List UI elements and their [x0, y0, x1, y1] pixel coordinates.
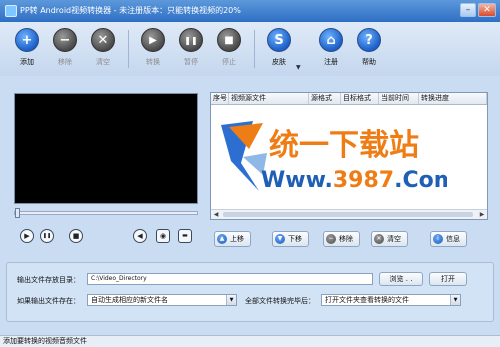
output-dir-label: 输出文件存放目录： — [17, 276, 80, 284]
move-up-button[interactable]: ▲ 上移 — [214, 231, 251, 247]
if-exists-label: 如果输出文件存在： — [17, 297, 80, 305]
convert-button[interactable]: ▶ 转换 — [136, 28, 170, 67]
file-list-header: 序号 视频源文件 源格式 目标格式 当前时间 转换进度 — [211, 93, 487, 105]
add-button-label: 添加 — [20, 58, 34, 66]
window-title: PP转 Android视频转换器 - 未注册版本：只能转换视频的20% — [20, 6, 241, 15]
skin-button-label: 皮肤 — [272, 58, 286, 66]
pause-button-label: 暂停 — [184, 58, 198, 66]
after-convert-select[interactable]: 打开文件夹查看转换的文件 ▼ — [321, 294, 461, 306]
output-dir-field[interactable]: C:\Video_Directory — [87, 273, 373, 285]
plus-icon: + — [15, 28, 39, 52]
clear-button[interactable]: ✕ 清空 — [86, 28, 120, 67]
stop-icon[interactable]: ■ — [69, 229, 83, 243]
window-controls: – ✕ — [460, 3, 496, 17]
list-remove-label: 移除 — [339, 235, 353, 243]
after-convert-value: 打开文件夹查看转换的文件 — [325, 296, 409, 304]
after-convert-label: 全部文件转换完毕后： — [245, 297, 315, 305]
register-button-label: 注册 — [324, 58, 338, 66]
minus-icon: − — [53, 28, 77, 52]
skin-s-icon: S — [267, 28, 291, 52]
if-exists-select[interactable]: 自动生成相应的新文件名 ▼ — [87, 294, 237, 306]
watermark-url-prefix: Www. — [261, 168, 333, 193]
seek-handle[interactable] — [15, 208, 20, 218]
app-icon — [5, 5, 17, 17]
file-list[interactable]: 序号 视频源文件 源格式 目标格式 当前时间 转换进度 统一下载站 Www.39… — [210, 92, 488, 220]
scrollbar-thumb[interactable] — [223, 212, 473, 217]
status-text: 添加要转换的视频音频文件 — [3, 337, 87, 345]
toolbar-divider — [128, 30, 129, 68]
remove-button[interactable]: − 移除 — [48, 28, 82, 67]
skin-button[interactable]: S 皮肤 — [262, 28, 296, 67]
svg-text:Www.3987.Com: Www.3987.Com — [261, 168, 447, 193]
info-label: 信息 — [446, 235, 460, 243]
stop-icon: ■ — [217, 28, 241, 52]
status-bar: 添加要转换的视频音频文件 — [0, 335, 500, 347]
home-icon: ⌂ — [319, 28, 343, 52]
move-down-label: 下移 — [288, 235, 302, 243]
browse-button[interactable]: 浏览 . . — [379, 272, 423, 286]
play-icon[interactable]: ▶ — [20, 229, 34, 243]
list-remove-button[interactable]: − 移除 — [323, 231, 360, 247]
horizontal-scrollbar[interactable]: ◀ ▶ — [211, 209, 487, 219]
open-button[interactable]: 打开 — [429, 272, 467, 286]
down-arrow-icon: ▼ — [275, 234, 285, 244]
watermark-url-number: 3987 — [333, 168, 394, 193]
move-up-label: 上移 — [230, 235, 244, 243]
watermark-logo: 统一下载站 Www.3987.Com — [219, 117, 457, 197]
play-icon: ▶ — [141, 28, 165, 52]
chevron-down-icon: ▼ — [450, 295, 460, 305]
add-button[interactable]: + 添加 — [10, 28, 44, 67]
close-button[interactable]: ✕ — [478, 3, 496, 17]
register-button[interactable]: ⌂ 注册 — [314, 28, 348, 67]
scroll-left-icon[interactable]: ◀ — [211, 210, 221, 219]
output-settings: 输出文件存放目录： C:\Video_Directory 浏览 . . 打开 如… — [6, 262, 494, 322]
column-header[interactable]: 转换进度 — [419, 93, 487, 104]
seek-bar[interactable] — [14, 211, 198, 215]
skin-dropdown-icon[interactable]: ▼ — [296, 64, 301, 71]
pause-icon[interactable]: ❚❚ — [40, 229, 54, 243]
remove-button-label: 移除 — [58, 58, 72, 66]
convert-button-label: 转换 — [146, 58, 160, 66]
info-button[interactable]: i 信息 — [430, 231, 467, 247]
volume-icon[interactable]: ◀ — [133, 229, 147, 243]
watermark-swoosh-icon: 统一下载站 Www.3987.Com — [221, 121, 457, 193]
watermark-url-suffix: .Com — [394, 168, 447, 193]
clear-button-label: 清空 — [96, 58, 110, 66]
folder-icon[interactable]: ▬ — [178, 229, 192, 243]
column-header[interactable]: 目标格式 — [341, 93, 379, 104]
info-icon: i — [433, 234, 443, 244]
minus-icon: − — [326, 234, 336, 244]
scroll-right-icon[interactable]: ▶ — [477, 210, 487, 219]
snapshot-icon[interactable]: ◉ — [156, 229, 170, 243]
column-header[interactable]: 序号 — [211, 93, 229, 104]
watermark-brand: 统一下载站 — [269, 128, 419, 163]
help-button[interactable]: ? 帮助 — [352, 28, 386, 67]
column-header[interactable]: 当前时间 — [379, 93, 419, 104]
question-icon: ? — [357, 28, 381, 52]
column-header[interactable]: 源格式 — [309, 93, 341, 104]
chevron-down-icon: ▼ — [226, 295, 236, 305]
if-exists-value: 自动生成相应的新文件名 — [91, 296, 168, 304]
help-button-label: 帮助 — [362, 58, 376, 66]
stop-button[interactable]: ■ 停止 — [212, 28, 246, 67]
column-header[interactable]: 视频源文件 — [229, 93, 309, 104]
stop-button-label: 停止 — [222, 58, 236, 66]
move-down-button[interactable]: ▼ 下移 — [272, 231, 309, 247]
list-clear-label: 清空 — [387, 235, 401, 243]
pause-icon: ❚❚ — [179, 28, 203, 52]
list-clear-button[interactable]: ✕ 清空 — [371, 231, 408, 247]
pause-button[interactable]: ❚❚ 暂停 — [174, 28, 208, 67]
video-preview — [14, 93, 198, 204]
x-icon: ✕ — [374, 234, 384, 244]
x-icon: ✕ — [91, 28, 115, 52]
minimize-button[interactable]: – — [460, 3, 476, 17]
main-toolbar: + 添加 − 移除 ✕ 清空 ▶ 转换 ❚❚ 暂停 ■ 停止 S 皮肤 ▼ ⌂ … — [0, 22, 500, 76]
toolbar-divider — [254, 30, 255, 68]
title-bar: PP转 Android视频转换器 - 未注册版本：只能转换视频的20% – ✕ — [0, 0, 500, 22]
up-arrow-icon: ▲ — [217, 234, 227, 244]
